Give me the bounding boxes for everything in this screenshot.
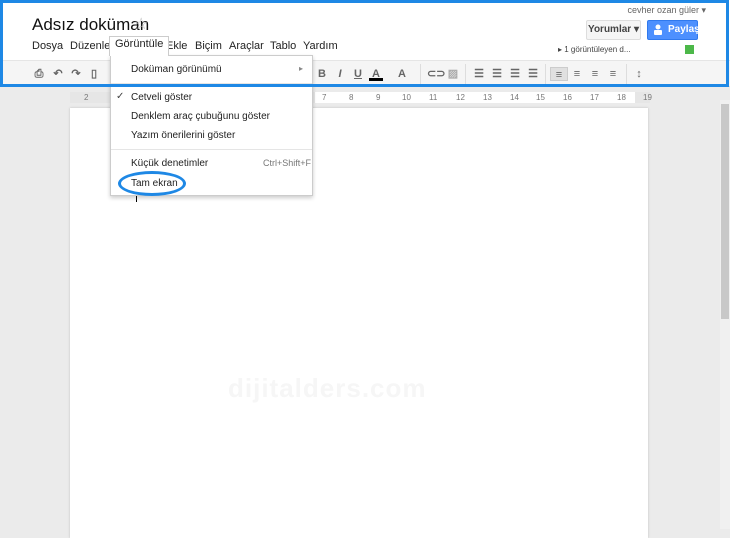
align-left-icon[interactable]: ≡ [550, 67, 568, 81]
ruler-number: 8 [349, 93, 354, 102]
italic-button[interactable]: I [333, 67, 347, 81]
scrollbar-thumb[interactable] [721, 104, 729, 319]
share-label: Paylaş [668, 24, 700, 35]
comments-button[interactable]: Yorumlar ▾ [586, 20, 641, 40]
ruler-number: 15 [536, 93, 545, 102]
text-color-button[interactable]: A [369, 67, 383, 81]
viewers-label: 1 görüntüleyen d... [564, 45, 631, 54]
shortcut-label: Ctrl+Shift+F [263, 158, 312, 168]
menu-araclar[interactable]: Araçlar [229, 39, 264, 53]
paint-format-icon[interactable]: ▯ [87, 67, 101, 81]
menu-item-compact-controls[interactable]: Küçük denetimler [131, 158, 208, 169]
numbered-list-icon[interactable]: ☰ [472, 67, 486, 81]
menu-item-show-ruler[interactable]: Cetveli göster [131, 92, 192, 103]
highlight-color-button[interactable]: A [395, 67, 409, 81]
ruler-number: 14 [510, 93, 519, 102]
viewers-indicator[interactable]: ▸ 1 görüntüleyen d... [558, 45, 631, 54]
submenu-arrow-icon: ▸ [299, 64, 304, 73]
scrollbar[interactable] [720, 100, 730, 529]
document-title[interactable]: Adsız doküman [32, 15, 149, 35]
ruler-number: 19 [643, 93, 652, 102]
bulleted-list-icon[interactable]: ☰ [490, 67, 504, 81]
print-icon[interactable]: ⎙ [32, 67, 46, 81]
divider [111, 83, 312, 84]
ruler-number: 11 [429, 93, 438, 102]
viewer-color-swatch [685, 45, 694, 54]
redo-icon[interactable]: ↷ [69, 67, 83, 81]
ruler-number: 2 [84, 93, 89, 102]
divider [111, 149, 312, 150]
divider [465, 64, 466, 84]
ruler-number: 7 [322, 93, 327, 102]
share-person-icon [654, 24, 662, 35]
ruler-number: 12 [456, 93, 465, 102]
share-button[interactable]: Paylaş [647, 20, 700, 40]
increase-indent-icon[interactable]: ☰ [526, 67, 540, 81]
undo-icon[interactable]: ↶ [51, 67, 65, 81]
divider [420, 64, 421, 84]
checkmark-icon: ✓ [116, 91, 125, 102]
menu-dosya[interactable]: Dosya [32, 39, 63, 53]
divider [626, 64, 627, 84]
menu-goruntule[interactable]: Görüntüle [109, 36, 170, 56]
justify-icon[interactable]: ≡ [606, 67, 620, 81]
bold-button[interactable]: B [315, 67, 329, 81]
ruler-content-area [315, 92, 635, 103]
ruler-number: 9 [376, 93, 381, 102]
highlight-ellipse [118, 171, 186, 196]
menu-yardim[interactable]: Yardım [303, 39, 338, 53]
ruler-number: 17 [590, 93, 599, 102]
menu-tablo[interactable]: Tablo [270, 39, 296, 53]
image-icon[interactable]: ▨ [446, 67, 460, 81]
link-icon[interactable]: ⊂⊃ [427, 67, 445, 81]
ruler-number: 13 [483, 93, 492, 102]
align-right-icon[interactable]: ≡ [588, 67, 602, 81]
user-account-menu[interactable]: cevher ozan güler ▾ [627, 5, 706, 16]
decrease-indent-icon[interactable]: ☰ [508, 67, 522, 81]
watermark: dijitalders.com [228, 373, 427, 403]
menu-duzenle[interactable]: Düzenle [70, 39, 110, 53]
line-spacing-icon[interactable]: ↕ [632, 67, 646, 81]
menu-bicim[interactable]: Biçim [195, 39, 222, 53]
ruler-number: 18 [617, 93, 626, 102]
divider [545, 64, 546, 84]
ruler-number: 10 [402, 93, 411, 102]
header: Adsız doküman ☆ Dosya Düzenle Görüntüle … [0, 0, 730, 60]
underline-button[interactable]: U [351, 67, 365, 81]
menu-item-equation-toolbar[interactable]: Denklem araç çubuğunu göster [131, 111, 270, 122]
menu-item-document-view[interactable]: Doküman görünümü [131, 64, 222, 75]
align-center-icon[interactable]: ≡ [570, 67, 584, 81]
ruler-number: 16 [563, 93, 572, 102]
star-icon[interactable]: ☆ [134, 14, 148, 34]
menu-item-spelling-suggestions[interactable]: Yazım önerilerini göster [131, 130, 235, 141]
